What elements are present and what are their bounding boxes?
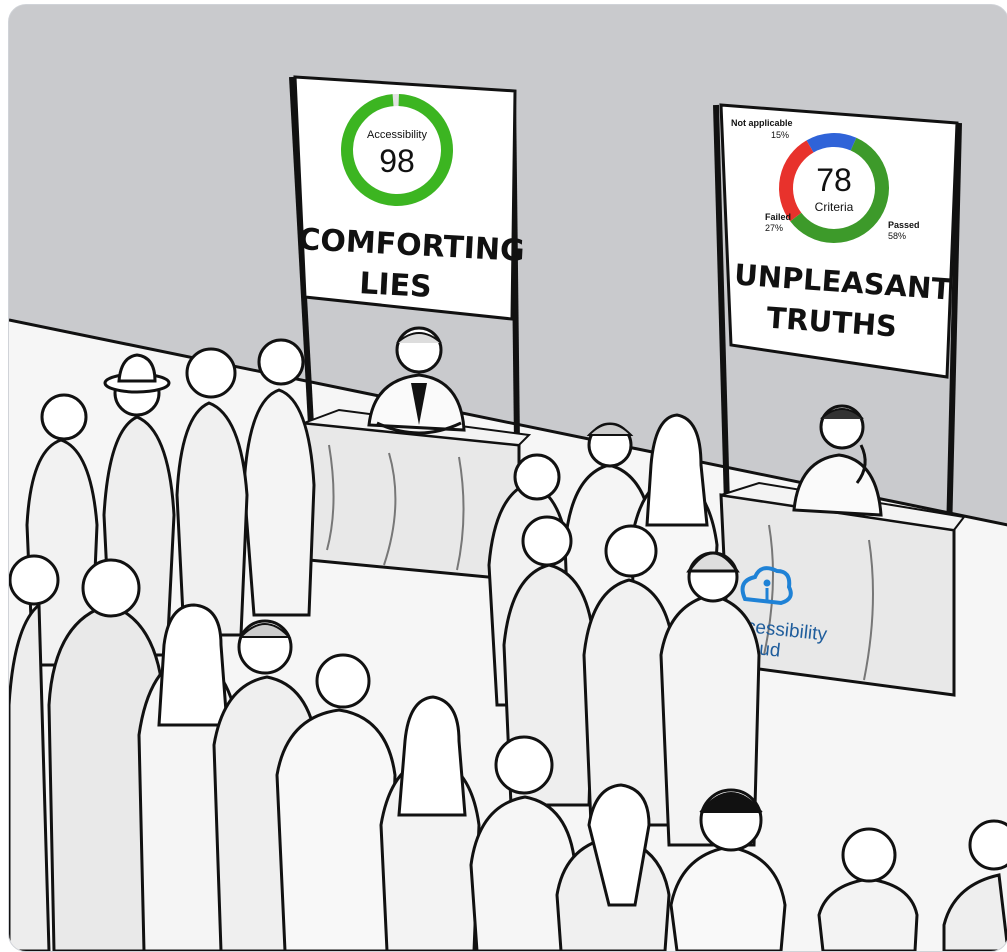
left-gauge-score: 98 xyxy=(379,143,415,179)
right-donut-score: 78 xyxy=(816,162,852,198)
left-caption-line2: LIES xyxy=(358,266,432,305)
legend-passed-pct: 58% xyxy=(888,231,906,241)
legend-not-applicable-label: Not applicable xyxy=(731,118,793,128)
legend-passed-label: Passed xyxy=(888,220,920,230)
left-gauge-label: Accessibility xyxy=(367,129,427,141)
illustration-frame: Accessibility 98 COMFORTING LIES 78 Crit… xyxy=(8,4,1007,952)
cartoon-scene: Accessibility 98 COMFORTING LIES 78 Crit… xyxy=(9,5,1007,951)
legend-failed-label: Failed xyxy=(765,212,791,222)
right-donut-unit: Criteria xyxy=(815,200,854,214)
legend-failed-pct: 27% xyxy=(765,223,783,233)
donut-segment-not-applicable xyxy=(806,133,857,153)
legend-not-applicable-pct: 15% xyxy=(771,130,789,140)
